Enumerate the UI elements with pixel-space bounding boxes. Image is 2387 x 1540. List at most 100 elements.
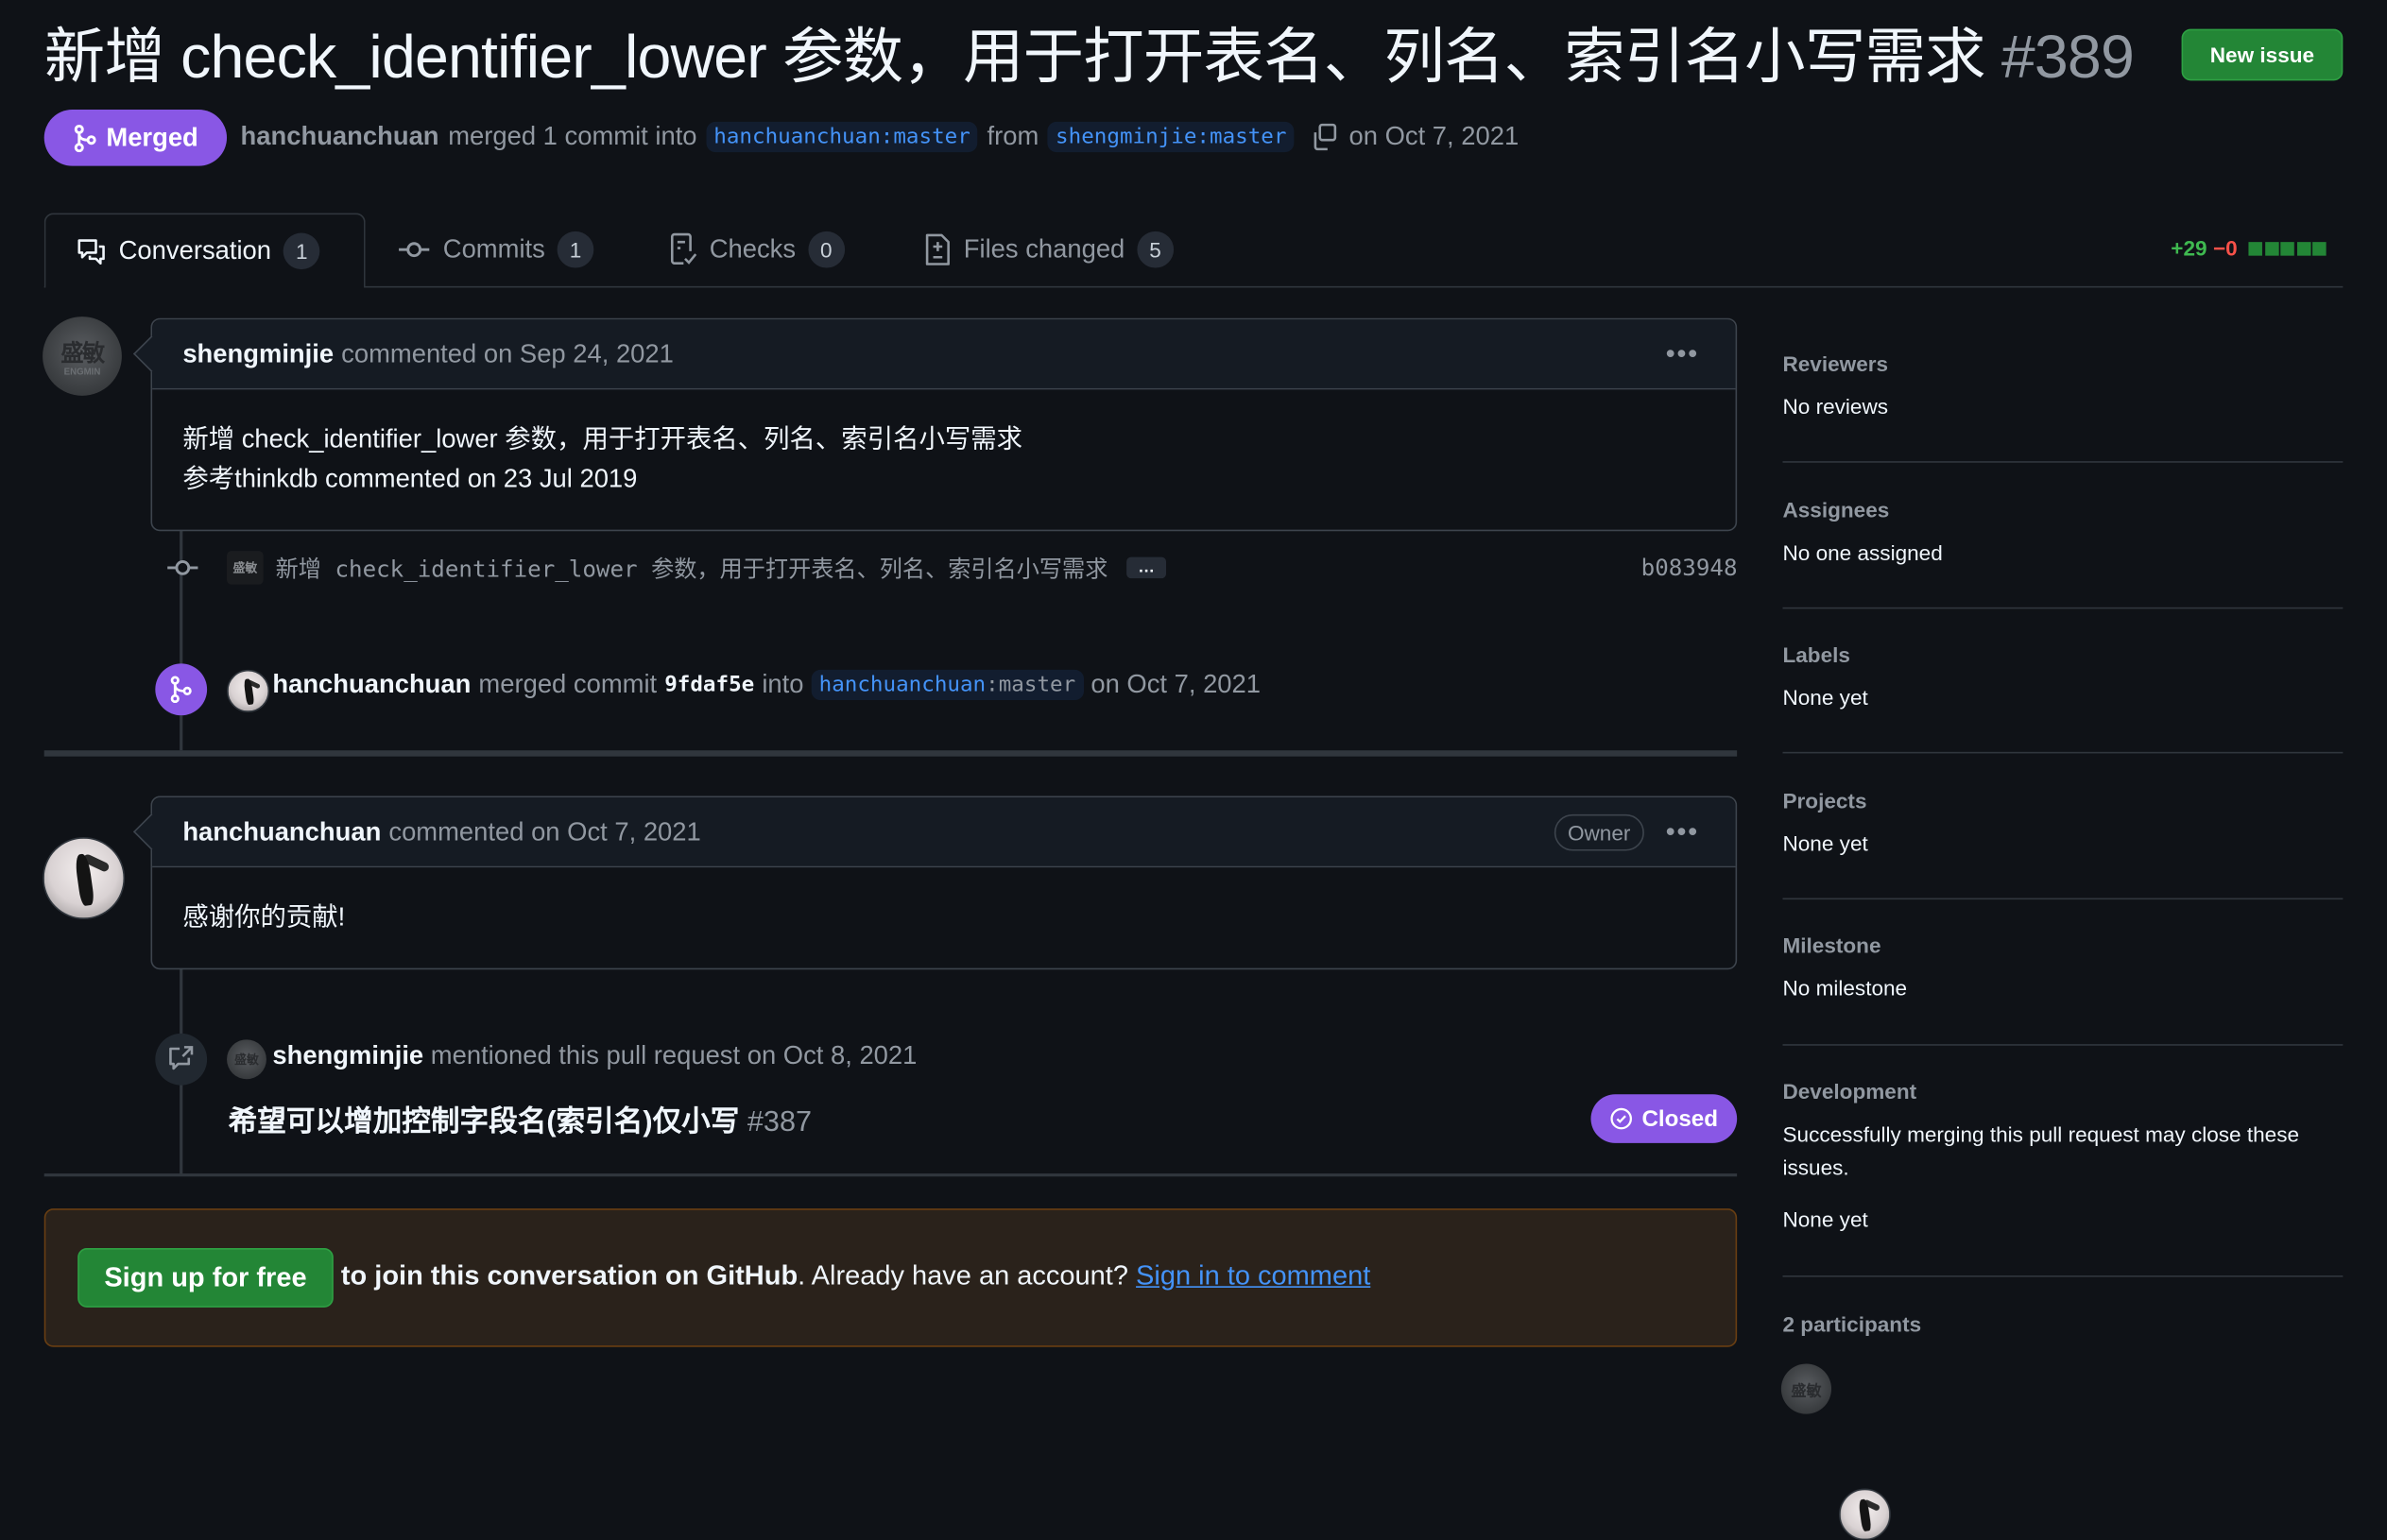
sidebar-value: Successfully merging this pull request m… bbox=[1782, 1121, 2300, 1180]
sidebar-divider bbox=[1782, 1275, 2344, 1277]
sign-in-link[interactable]: Sign in to comment bbox=[1136, 1260, 1370, 1291]
merge-target-branch[interactable]: hanchuanchuan:master bbox=[811, 669, 1084, 701]
tab-counter: 1 bbox=[557, 231, 594, 268]
pr-meta: hanchuanchuan merged 1 commit into hanch… bbox=[241, 117, 1520, 157]
issue-closed-icon bbox=[1610, 1106, 1635, 1131]
sidebar-divider bbox=[1782, 461, 2344, 463]
merge-event: hanchuanchuan merged commit 9fdaf5e into… bbox=[272, 669, 1261, 701]
page-title: 新增 check_identifier_lower 参数，用于打开表名、列名、索… bbox=[43, 18, 2135, 97]
comment-timestamp[interactable]: commented on Sep 24, 2021 bbox=[341, 338, 674, 368]
signup-prompt: to join this conversation on GitHub bbox=[340, 1259, 799, 1292]
comment-header: shengminjie commented on Sep 24, 2021 ••… bbox=[132, 319, 1736, 390]
sidebar-value: No milestone bbox=[1782, 975, 1908, 1001]
git-commit-icon bbox=[397, 239, 430, 261]
comment-body: 新增 check_identifier_lower 参数，用于打开表名、列名、索… bbox=[152, 389, 1735, 529]
checklist-icon bbox=[670, 232, 697, 265]
comment-line: 参考thinkdb commented on 23 Jul 2019 bbox=[182, 464, 638, 493]
git-merge-icon bbox=[155, 663, 208, 716]
diffstat-block bbox=[2280, 241, 2295, 255]
diffstat-block bbox=[2248, 241, 2263, 255]
diffstat: +29 −0 bbox=[2171, 235, 2327, 261]
comment-arrow bbox=[132, 335, 170, 372]
comment-arrow bbox=[132, 813, 170, 850]
commit-sha[interactable]: b083948 bbox=[1641, 554, 1738, 581]
additions-count: +29 bbox=[2171, 235, 2207, 261]
merge-action-text: merged 1 commit into bbox=[448, 121, 697, 151]
file-diff-icon bbox=[924, 232, 952, 265]
merged-state-badge: Merged bbox=[43, 109, 228, 166]
signup-prompt-rest: . Already have an account? bbox=[798, 1259, 1137, 1292]
merge-event-date[interactable]: on Oct 7, 2021 bbox=[1090, 670, 1261, 700]
branch-name: :master bbox=[986, 673, 1076, 697]
sidebar-participants: 2 participants bbox=[1782, 1312, 2343, 1337]
tab-label: Commits bbox=[442, 234, 545, 264]
sidebar-value: None yet bbox=[1782, 830, 1868, 856]
expand-commit-button[interactable]: … bbox=[1126, 556, 1167, 579]
sidebar-heading[interactable]: Labels bbox=[1782, 642, 2343, 667]
commit-message[interactable]: 新增 check_identifier_lower 参数，用于打开表名、列名、索… bbox=[276, 553, 1108, 585]
participant-avatar-shengminjie[interactable]: 盛敏 bbox=[1780, 1363, 1832, 1414]
comment-author[interactable]: shengminjie bbox=[182, 338, 334, 368]
comment-timestamp[interactable]: commented on Oct 7, 2021 bbox=[388, 816, 700, 847]
referenced-issue-number: #387 bbox=[747, 1106, 813, 1139]
referenced-issue-title[interactable]: 希望可以增加控制字段名(索引名)仅小写 bbox=[229, 1106, 740, 1138]
tab-label: Checks bbox=[709, 234, 797, 264]
kebab-menu-icon[interactable]: ••• bbox=[1666, 815, 1699, 847]
tab-checks[interactable]: Checks 0 bbox=[670, 214, 845, 286]
participants-heading: 2 participants bbox=[1782, 1311, 1922, 1337]
base-branch[interactable]: hanchuanchuan:master bbox=[706, 121, 978, 153]
avatar-hanchuanchuan[interactable] bbox=[43, 837, 126, 920]
comment-author[interactable]: hanchuanchuan bbox=[182, 816, 381, 847]
copy-icon[interactable] bbox=[1310, 122, 1340, 152]
tab-counter: 5 bbox=[1137, 231, 1174, 268]
sign-up-button[interactable]: Sign up for free bbox=[77, 1248, 334, 1308]
tab-counter: 1 bbox=[283, 232, 320, 270]
diffstat-blocks bbox=[2246, 241, 2327, 255]
avatar-hanchuanchuan[interactable] bbox=[227, 669, 270, 712]
tab-conversation[interactable]: Conversation 1 bbox=[43, 213, 366, 288]
diffstat-block bbox=[2312, 241, 2327, 255]
mention-author[interactable]: shengminjie bbox=[272, 1041, 423, 1070]
sidebar-heading[interactable]: Milestone bbox=[1782, 933, 2343, 958]
diffstat-block bbox=[2264, 241, 2279, 255]
merge-event-author[interactable]: hanchuanchuan bbox=[272, 670, 471, 700]
branch-owner: hanchuanchuan bbox=[818, 673, 987, 697]
sidebar-reviewers: Reviewers No reviews bbox=[1782, 351, 2343, 423]
state-label: Merged bbox=[106, 122, 198, 152]
tabs-underline bbox=[43, 285, 2344, 288]
avatar-shengminjie[interactable]: 盛敏 ENGMIN bbox=[43, 317, 122, 396]
avatar-shengminjie[interactable]: 盛敏 bbox=[227, 1039, 266, 1080]
sidebar-divider bbox=[1782, 1044, 2344, 1046]
sidebar-milestone: Milestone No milestone bbox=[1782, 933, 2343, 1005]
commit-author-avatar[interactable]: 盛敏 bbox=[227, 551, 264, 585]
participant-avatar-hanchuanchuan[interactable] bbox=[1839, 1488, 1891, 1540]
new-issue-button[interactable]: New issue bbox=[2181, 28, 2344, 81]
merger-link[interactable]: hanchuanchuan bbox=[241, 122, 439, 152]
kebab-menu-icon[interactable]: ••• bbox=[1666, 338, 1699, 370]
sidebar-heading[interactable]: Reviewers bbox=[1782, 351, 2343, 376]
pull-request-page: 新增 check_identifier_lower 参数，用于打开表名、列名、索… bbox=[0, 0, 2387, 1540]
sidebar-heading[interactable]: Assignees bbox=[1782, 498, 2343, 522]
from-text: from bbox=[987, 121, 1039, 151]
sidebar-projects: Projects None yet bbox=[1782, 788, 2343, 860]
comment-discussion-icon bbox=[77, 237, 107, 265]
signup-text: to join this conversation on GitHub. Alr… bbox=[341, 1260, 1370, 1292]
head-branch[interactable]: shengminjie:master bbox=[1047, 121, 1295, 153]
sidebar-heading[interactable]: Development bbox=[1782, 1079, 2343, 1104]
sidebar-development: Development Successfully merging this pu… bbox=[1782, 1079, 2343, 1236]
diffstat-block bbox=[2296, 241, 2311, 255]
mention-event: shengminjie mentioned this pull request … bbox=[272, 1041, 917, 1071]
comment-line: 新增 check_identifier_lower 参数，用于打开表名、列名、索… bbox=[182, 424, 1023, 454]
sidebar-assignees: Assignees No one assigned bbox=[1782, 498, 2343, 570]
tab-files-changed[interactable]: Files changed 5 bbox=[924, 214, 1174, 286]
referenced-issue[interactable]: 希望可以增加控制字段名(索引名)仅小写 #387 bbox=[229, 1099, 812, 1139]
sidebar-heading[interactable]: Projects bbox=[1782, 788, 2343, 813]
tab-commits[interactable]: Commits 1 bbox=[397, 214, 594, 286]
sidebar-labels: Labels None yet bbox=[1782, 642, 2343, 714]
merge-commit-sha[interactable]: 9fdaf5e bbox=[664, 673, 754, 697]
mention-meta[interactable]: mentioned this pull request on Oct 8, 20… bbox=[431, 1041, 918, 1070]
pr-number: #389 bbox=[2001, 24, 2135, 92]
comment-line: 感谢你的贡献! bbox=[182, 902, 346, 932]
pr-title: 新增 check_identifier_lower 参数，用于打开表名、列名、索… bbox=[43, 24, 1986, 92]
sidebar-divider bbox=[1782, 751, 2344, 754]
